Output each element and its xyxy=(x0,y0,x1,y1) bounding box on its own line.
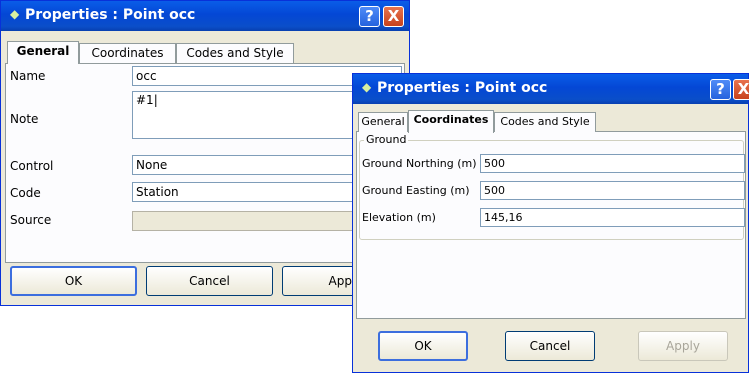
close-button[interactable]: X xyxy=(383,6,404,27)
cancel-button[interactable]: Cancel xyxy=(146,266,273,296)
elevation-field[interactable]: 145,16 xyxy=(480,208,745,227)
properties-dialog-coordinates: ◆ Properties : Point occ ? X General Coo… xyxy=(352,73,749,373)
ground-northing-label: Ground Northing (m) xyxy=(362,157,477,170)
tab-general[interactable]: General xyxy=(358,112,408,132)
code-label: Code xyxy=(10,186,41,200)
source-label: Source xyxy=(10,213,52,227)
diamond-icon: ◆ xyxy=(362,80,372,94)
ground-easting-field[interactable]: 500 xyxy=(480,181,745,200)
tab-codes-and-style[interactable]: Codes and Style xyxy=(176,43,294,63)
tab-codes-and-style[interactable]: Codes and Style xyxy=(494,112,596,132)
title-bar[interactable]: ◆ Properties : Point occ ? X xyxy=(1,1,409,31)
ground-easting-label: Ground Easting (m) xyxy=(362,184,470,197)
name-label: Name xyxy=(10,69,46,83)
ground-group-label: Ground xyxy=(364,133,409,146)
help-button[interactable]: ? xyxy=(359,6,380,27)
diamond-icon: ◆ xyxy=(10,7,20,21)
title-bar[interactable]: ◆ Properties : Point occ ? X xyxy=(353,74,749,104)
elevation-label: Elevation (m) xyxy=(362,211,436,224)
tab-coordinates[interactable]: Coordinates xyxy=(79,43,176,63)
window-title: Properties : Point occ xyxy=(377,80,548,96)
ok-button[interactable]: OK xyxy=(378,331,468,361)
help-button[interactable]: ? xyxy=(710,79,731,100)
cancel-button[interactable]: Cancel xyxy=(505,331,595,361)
note-label: Note xyxy=(10,112,39,126)
tab-general[interactable]: General xyxy=(7,41,79,64)
window-title: Properties : Point occ xyxy=(25,7,196,23)
ground-northing-field[interactable]: 500 xyxy=(480,154,745,173)
tab-coordinates[interactable]: Coordinates xyxy=(408,110,494,133)
properties-dialog-general: ◆ Properties : Point occ ? X General Coo… xyxy=(0,0,410,306)
ok-button[interactable]: OK xyxy=(10,266,137,296)
control-label: Control xyxy=(10,159,54,173)
apply-button: Apply xyxy=(638,331,728,361)
close-button[interactable]: X xyxy=(733,79,749,100)
